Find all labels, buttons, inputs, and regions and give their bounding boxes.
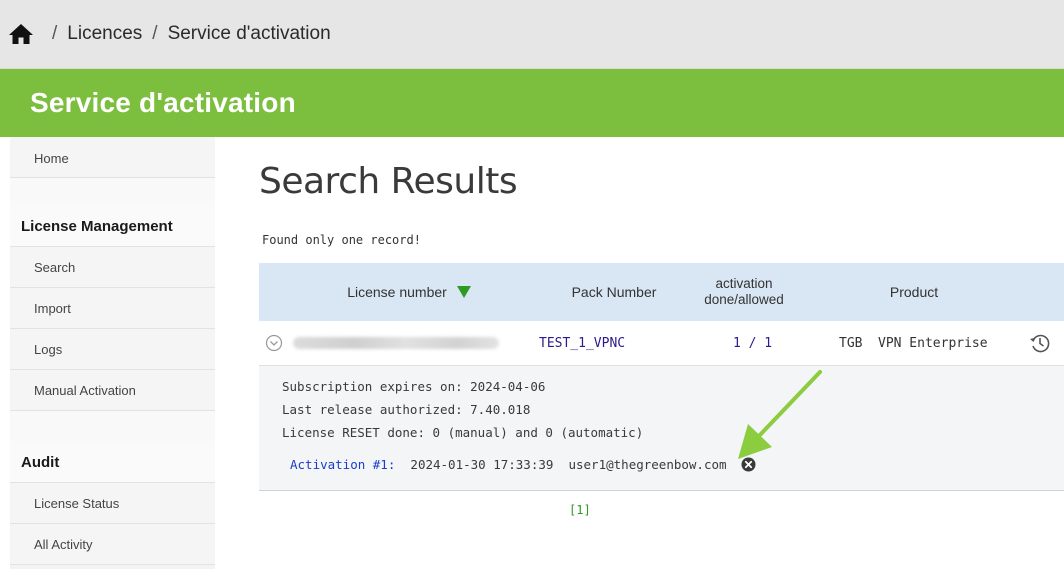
- sidebar-item-import[interactable]: Import: [10, 288, 215, 329]
- activation-entry: Activation #1: 2024-01-30 17:33:39 user1…: [290, 457, 727, 472]
- sidebar-heading-audit: Audit: [10, 442, 215, 483]
- collapse-toggle-icon[interactable]: [265, 334, 283, 352]
- activation-count-link[interactable]: 1 / 1: [733, 336, 772, 351]
- breadcrumb-current: Service d'activation: [167, 23, 331, 44]
- home-icon[interactable]: [8, 22, 34, 46]
- breadcrumb-separator: /: [152, 23, 158, 44]
- activation-label-link[interactable]: Activation #1:: [290, 457, 395, 472]
- column-header-label: activation: [715, 276, 773, 291]
- history-icon[interactable]: [1029, 332, 1051, 354]
- sidebar-item-license-status[interactable]: License Status: [10, 483, 215, 524]
- results-table-header: License number Pack Number activation do…: [259, 263, 1064, 321]
- table-row: TEST_1_VPNC 1 / 1 TGB VPN Enterprise: [259, 321, 1064, 366]
- activation-user: user1@thegreenbow.com: [568, 457, 727, 472]
- license-reset-info: License RESET done: 0 (manual) and 0 (au…: [282, 425, 644, 440]
- subscription-expiry: Subscription expires on: 2024-04-06: [282, 379, 546, 394]
- sidebar-spacer: [10, 178, 215, 206]
- product-code: TGB: [839, 336, 863, 351]
- breadcrumb: / Licences / Service d'activation: [0, 0, 1064, 69]
- breadcrumb-separator: /: [52, 23, 58, 44]
- breadcrumb-licences[interactable]: Licences: [67, 23, 142, 45]
- page-title: Search Results: [259, 161, 518, 202]
- last-release-authorized: Last release authorized: 7.40.018: [282, 402, 531, 417]
- license-number-redacted: [293, 337, 499, 349]
- page-banner: Service d'activation: [0, 69, 1064, 137]
- sidebar-item-home[interactable]: Home: [10, 137, 215, 178]
- delete-activation-icon[interactable]: [741, 457, 756, 472]
- column-header-activation[interactable]: activation done/allowed: [679, 263, 809, 321]
- main-content: Search Results Found only one record! Li…: [215, 137, 1064, 569]
- license-details-panel: Subscription expires on: 2024-04-06 Last…: [259, 366, 1064, 491]
- pagination-page-1[interactable]: [1]: [569, 503, 591, 517]
- column-header-pack-number[interactable]: Pack Number: [539, 263, 689, 321]
- sort-descending-icon[interactable]: [456, 286, 471, 298]
- sidebar-item-search[interactable]: Search: [10, 247, 215, 288]
- product-name: VPN Enterprise: [878, 336, 988, 351]
- column-header-license-number[interactable]: License number: [309, 263, 509, 321]
- sidebar-item-manual-activation[interactable]: Manual Activation: [10, 370, 215, 411]
- activation-date: 2024-01-30 17:33:39: [410, 457, 554, 472]
- sidebar-item-logs[interactable]: Logs: [10, 329, 215, 370]
- sidebar-spacer: [10, 411, 215, 442]
- column-header-label: done/allowed: [704, 292, 784, 307]
- column-header-label: License number: [347, 284, 447, 300]
- sidebar: Home License Management Search Import Lo…: [10, 137, 215, 569]
- sidebar-heading-license-management: License Management: [10, 206, 215, 247]
- pack-number-link[interactable]: TEST_1_VPNC: [539, 336, 625, 351]
- banner-title: Service d'activation: [30, 87, 296, 118]
- sidebar-item-all-activity[interactable]: All Activity: [10, 524, 215, 565]
- column-header-product[interactable]: Product: [844, 263, 984, 321]
- result-count-text: Found only one record!: [262, 233, 421, 247]
